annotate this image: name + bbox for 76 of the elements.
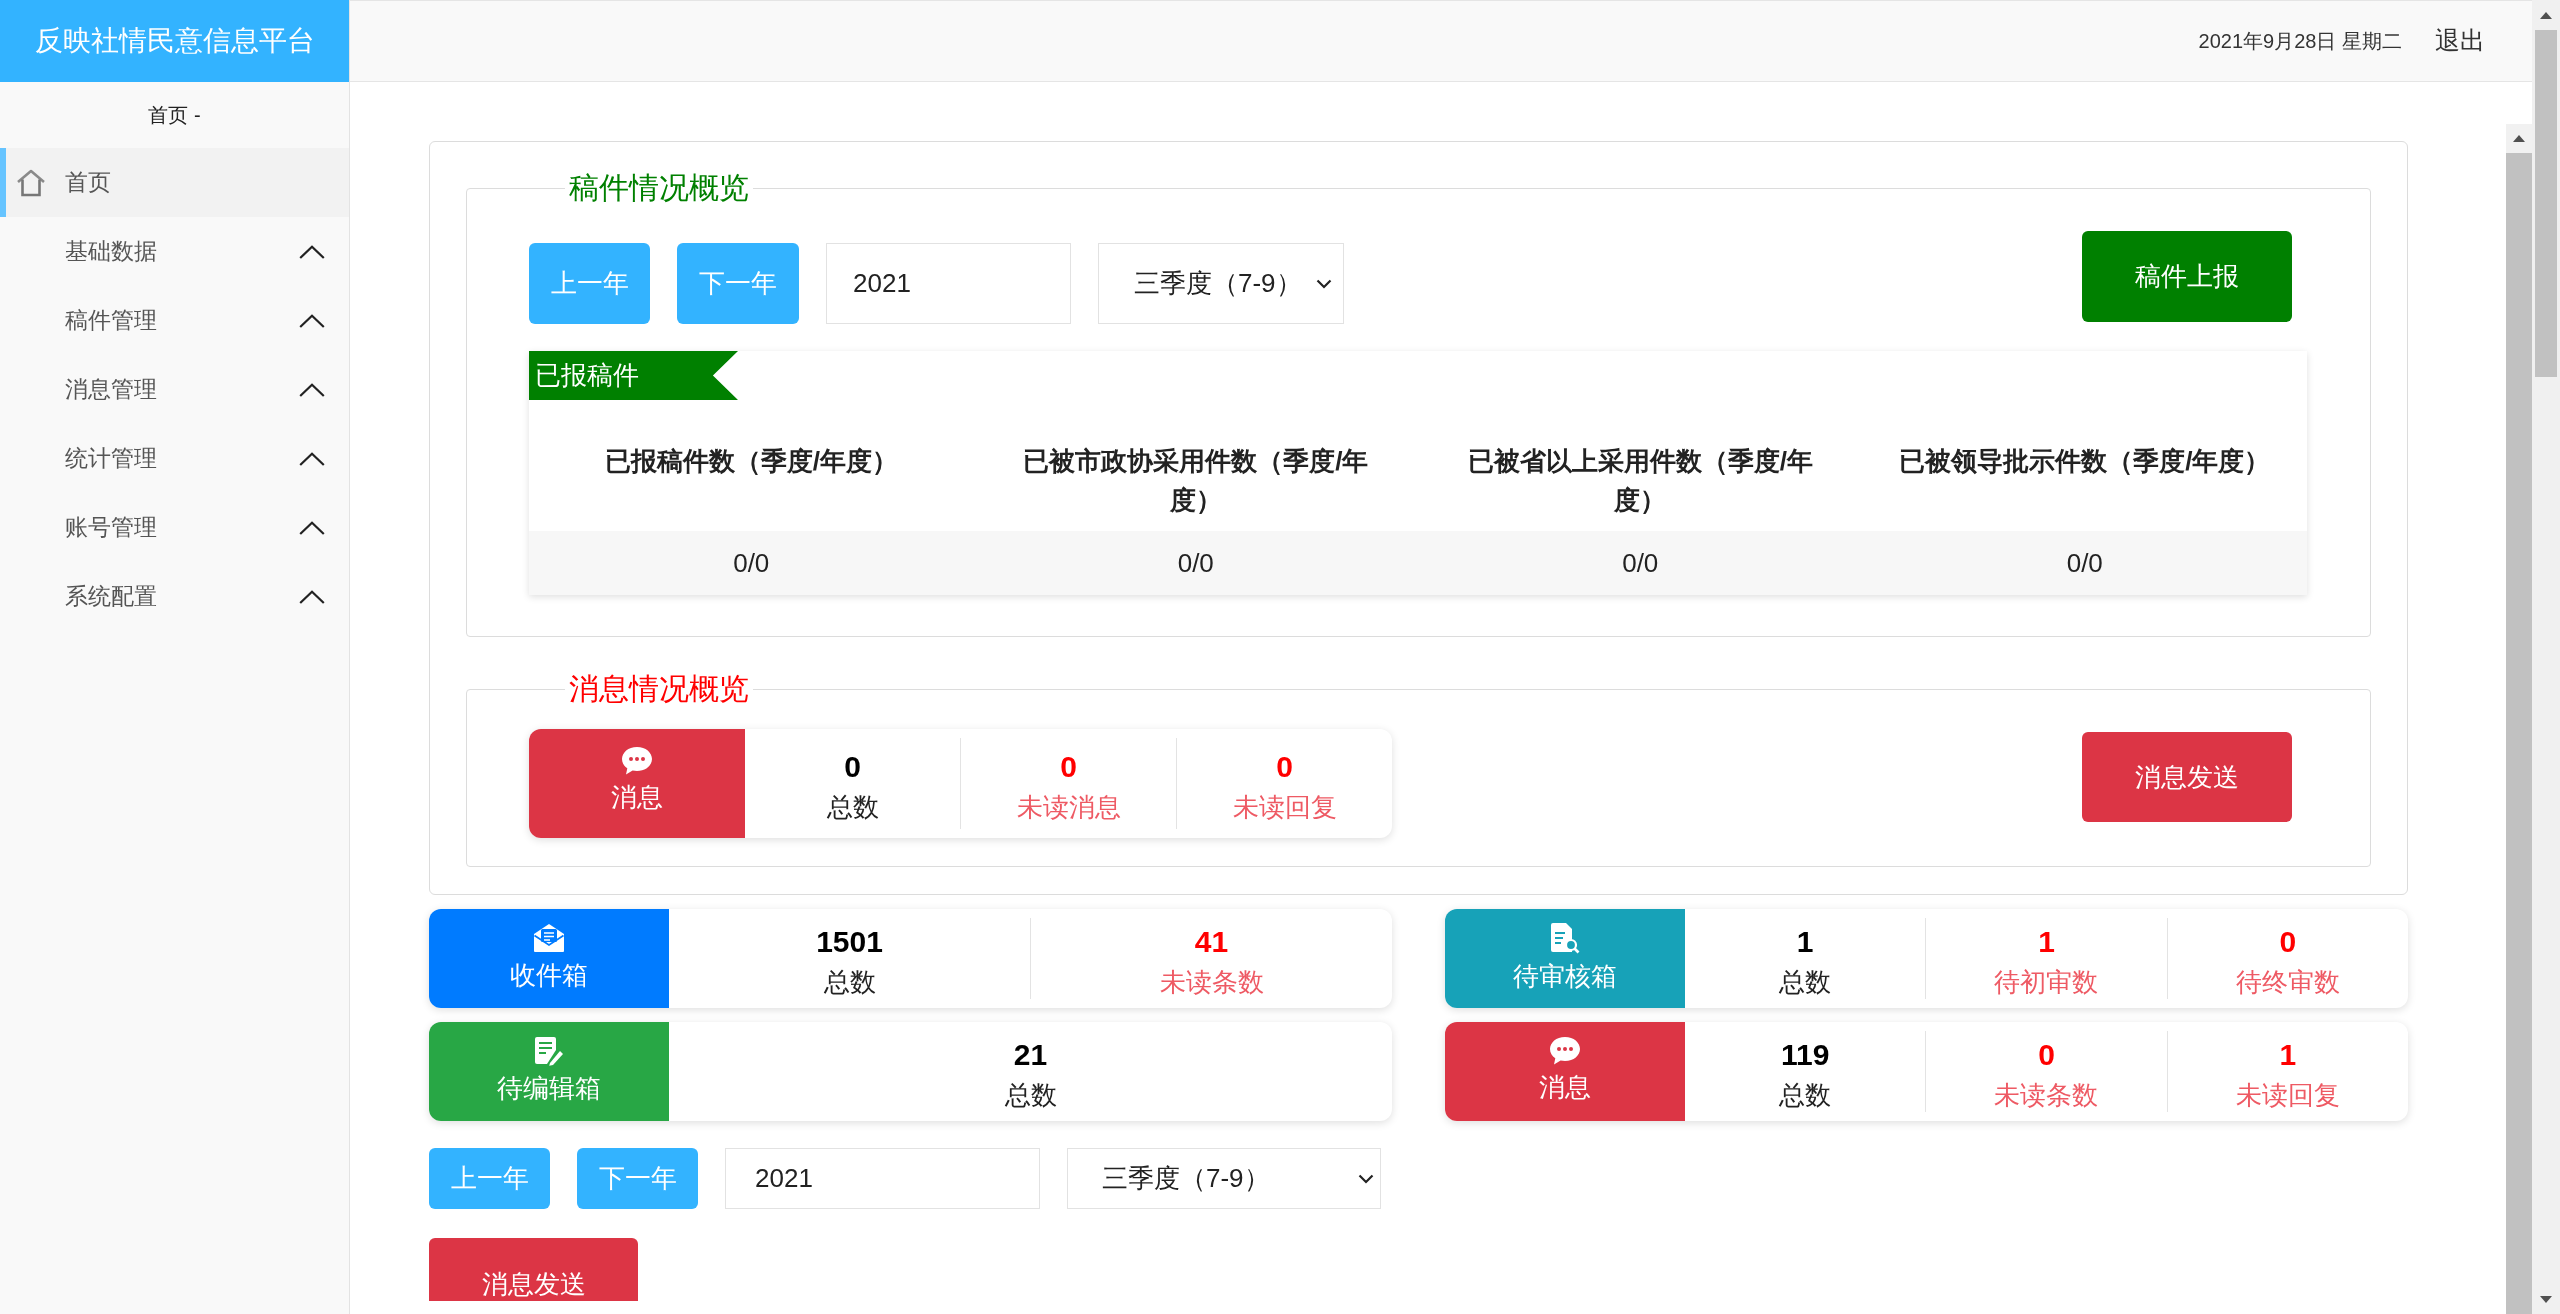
stat-label: 总数 — [826, 790, 879, 824]
table-header-cell-text: 已被领导批示件数（季度/年度） — [1898, 445, 2272, 478]
stat-label: 未读条数 — [1994, 1078, 2099, 1112]
breadcrumb: 首页 - — [148, 103, 201, 128]
stat-value: 0 — [2038, 1036, 2055, 1073]
chevron-up-icon — [299, 451, 325, 466]
stat-label: 未读条数 — [1159, 965, 1264, 999]
stat-value: 1501 — [816, 923, 883, 960]
table-cell-text: 0/0 — [732, 546, 771, 580]
send-button[interactable]: 消息发送 — [2082, 732, 2292, 822]
stat-label: 总数 — [1779, 965, 1832, 999]
date-text: 2021年9月28日 星期二 — [2198, 29, 2402, 54]
chevron-up-icon — [299, 589, 325, 604]
document-search-icon — [1550, 921, 1580, 954]
logout-link[interactable]: 退出 — [2435, 22, 2485, 60]
quarter-select[interactable]: 三季度（7-9） — [1067, 1148, 1381, 1209]
chat-bubble-icon — [1549, 1036, 1581, 1065]
chevron-up-icon — [299, 382, 325, 397]
stat-label: 总数 — [823, 965, 876, 999]
app-title: 反映社情民意信息平台 — [0, 0, 349, 82]
stat-value: 1 — [2038, 923, 2055, 960]
chevron-down-icon — [1316, 278, 1332, 289]
scroll-up-arrow-icon[interactable] — [2513, 135, 2525, 142]
sidebar-item[interactable]: 统计管理 — [0, 424, 349, 493]
card-title: 消息 — [1539, 1071, 1591, 1104]
stat-label: 未读消息 — [1016, 790, 1121, 824]
card-title: 待编辑箱 — [497, 1071, 601, 1105]
table-cell-text: 0/0 — [1621, 546, 1660, 580]
table-cell-text: 0/0 — [1176, 546, 1215, 580]
stat-value: 21 — [1013, 1036, 1048, 1073]
stat-value: 119 — [1780, 1036, 1830, 1073]
stat-value: 0 — [2279, 923, 2297, 960]
scroll-down-arrow-icon[interactable] — [2540, 1295, 2552, 1303]
sidebar-item[interactable]: 账号管理 — [0, 493, 349, 562]
card-title: 消息 — [611, 781, 663, 814]
stat-value: 0 — [844, 748, 861, 785]
house-icon — [16, 168, 46, 197]
stat-label: 未读回复 — [2235, 1078, 2340, 1112]
stat-value: 41 — [1194, 923, 1229, 960]
sidebar-item[interactable]: 消息管理 — [0, 355, 349, 424]
stat-value: 0 — [1060, 748, 1077, 785]
section-legend: 稿件情况概览 — [565, 168, 753, 208]
stat-label: 总数 — [1004, 1078, 1057, 1112]
sidebar-item[interactable]: 系统配置 — [0, 562, 349, 631]
chevron-up-icon — [299, 244, 325, 259]
year-input[interactable]: 2021 — [725, 1148, 1040, 1209]
stat-label: 未读回复 — [1232, 790, 1337, 824]
stat-value: 1 — [1796, 923, 1814, 960]
scrollbar-thumb[interactable] — [2535, 30, 2557, 377]
stat-label: 总数 — [1779, 1078, 1832, 1112]
stat-value: 0 — [1276, 748, 1293, 785]
chevron-down-icon — [1358, 1173, 1374, 1184]
stat-label: 待初审数 — [1994, 965, 2099, 999]
report-button[interactable]: 稿件上报 — [2082, 231, 2292, 322]
card-title: 待审核箱 — [1513, 959, 1617, 993]
envelope-icon — [533, 922, 565, 953]
sidebar-item[interactable]: 基础数据 — [0, 217, 349, 286]
section-ribbon: 已报稿件 — [529, 351, 738, 400]
quarter-select[interactable]: 三季度（7-9） — [1098, 243, 1344, 324]
chat-bubble-icon — [621, 746, 653, 775]
document-pencil-icon — [534, 1035, 564, 1066]
chevron-up-icon — [299, 520, 325, 535]
send-button[interactable]: 消息发送 — [429, 1238, 638, 1301]
table-header-cell-text: 已报稿件数（季度/年度） — [603, 445, 899, 478]
sidebar-item[interactable]: 首页 — [0, 148, 349, 217]
scroll-up-arrow-icon[interactable] — [2540, 11, 2552, 19]
stat-label: 待终审数 — [2235, 965, 2340, 999]
sidebar-item[interactable]: 稿件管理 — [0, 286, 349, 355]
table-cell-text: 0/0 — [2065, 546, 2104, 580]
table-header-cell-text: 已被市政协采用件数（季度/年度） — [1022, 445, 1370, 517]
card-title: 收件箱 — [510, 958, 588, 992]
stat-value: 1 — [2279, 1036, 2297, 1073]
section-legend: 消息情况概览 — [565, 669, 753, 709]
year-input[interactable]: 2021 — [826, 243, 1071, 324]
chevron-up-icon — [299, 313, 325, 328]
table-header-cell-text: 已被省以上采用件数（季度/年度） — [1466, 445, 1814, 517]
